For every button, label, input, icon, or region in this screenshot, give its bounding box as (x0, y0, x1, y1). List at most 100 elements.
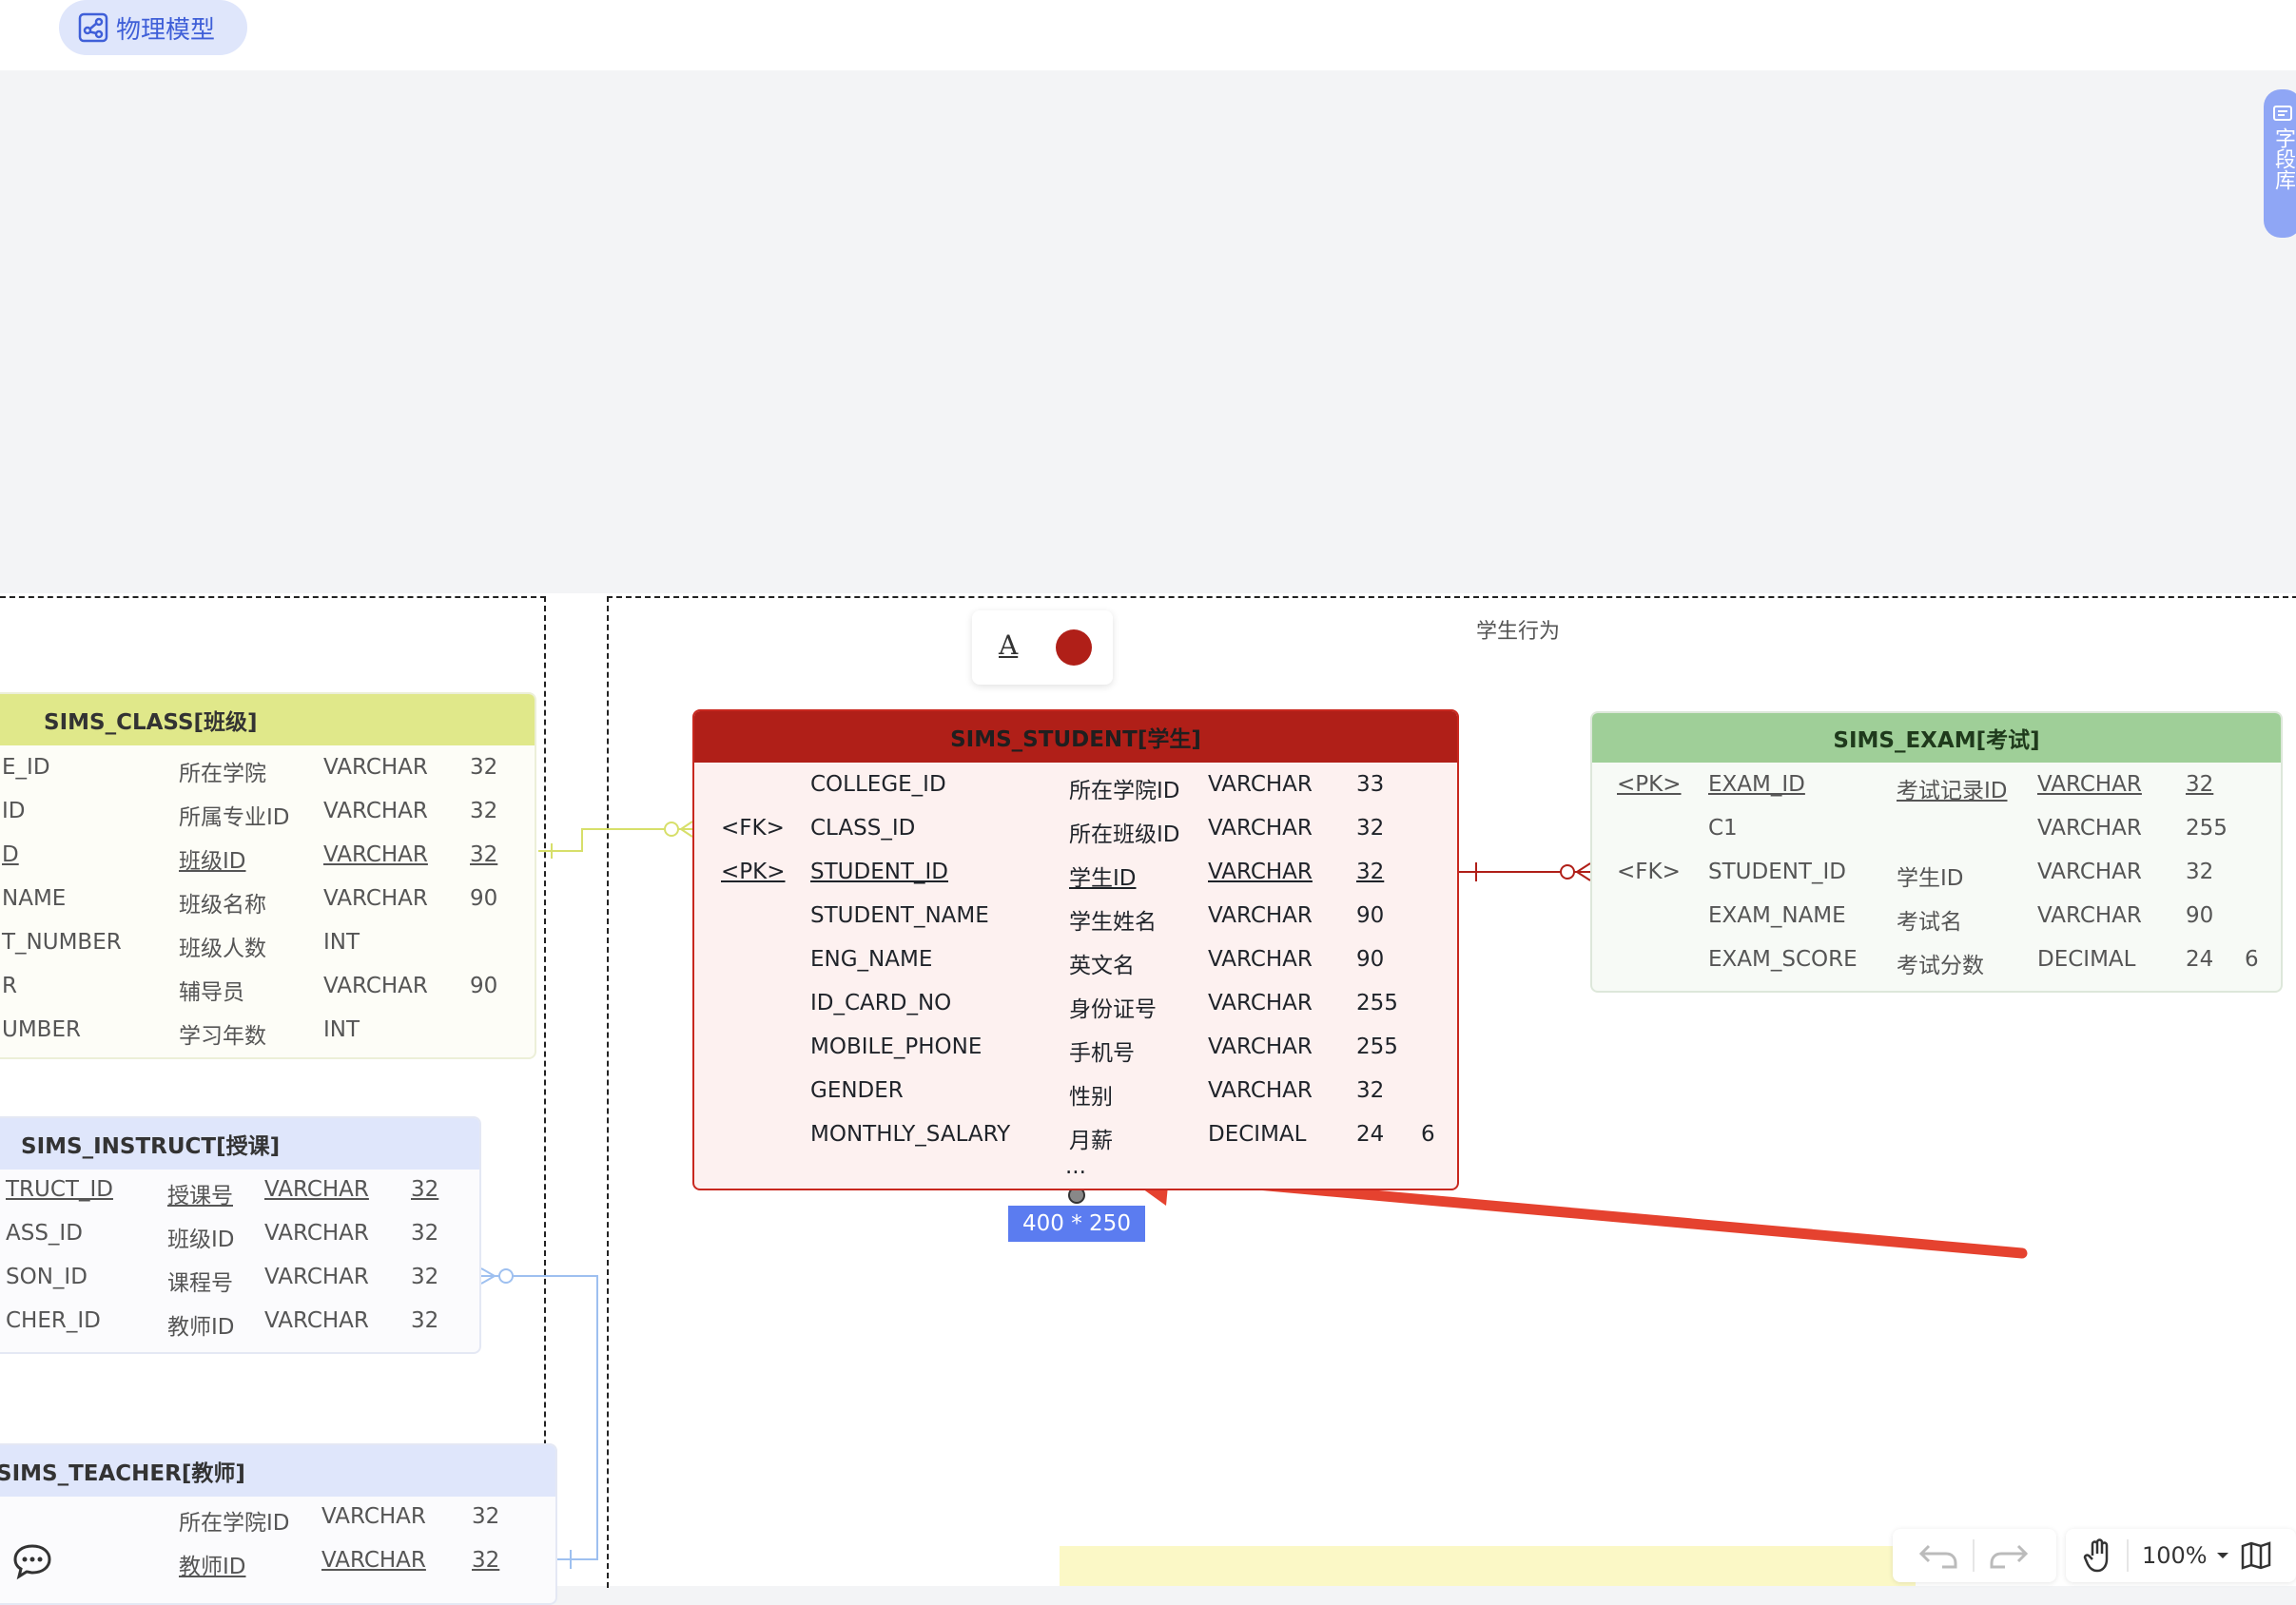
undo-icon[interactable] (1917, 1538, 1959, 1573)
table-row[interactable]: NAME 班级名称 VARCHAR 90 (0, 886, 535, 924)
field-length: 255 (1356, 1035, 1398, 1059)
field-name: SON_ID (6, 1265, 88, 1289)
library-icon (2273, 106, 2292, 121)
table-row[interactable]: ENG_NAME 英文名 VARCHAR 90 (694, 947, 1455, 985)
table-row[interactable]: SON_ID 课程号 VARCHAR 32 (0, 1265, 479, 1303)
table-row[interactable]: MOBILE_PHONE 手机号 VARCHAR 255 (694, 1035, 1455, 1073)
table-row[interactable]: STUDENT_NAME 学生姓名 VARCHAR 90 (694, 903, 1455, 941)
table-row[interactable]: UMBER 学习年数 INT (0, 1017, 535, 1055)
table-row[interactable]: ID_CARD_NO 身份证号 VARCHAR 255 (694, 991, 1455, 1029)
table-row[interactable]: EXAM_SCORE 考试分数 DECIMAL 24 6 (1592, 947, 2281, 985)
field-type: VARCHAR (323, 886, 428, 911)
table-row[interactable]: CHER_ID 教师ID VARCHAR 32 (0, 1308, 479, 1346)
table-row[interactable]: 教师ID VARCHAR 32 (0, 1548, 555, 1586)
field-name: CHER_ID (6, 1308, 101, 1333)
table-sims-class[interactable]: SIMS_CLASS[班级] E_ID 所在学院 VARCHAR 32 ID 所… (0, 692, 536, 1059)
physical-model-tab[interactable]: 物理模型 (59, 0, 247, 55)
table-row[interactable]: TRUCT_ID 授课号 VARCHAR 32 (0, 1177, 479, 1215)
field-label: 课程号 (167, 1271, 233, 1296)
field-type: VARCHAR (2037, 816, 2142, 841)
field-label: 学生ID (1069, 866, 1137, 891)
table-sims-instruct[interactable]: SIMS_INSTRUCT[授课] TRUCT_ID 授课号 VARCHAR 3… (0, 1116, 481, 1354)
field-label: 身份证号 (1069, 997, 1157, 1022)
field-length: 32 (470, 842, 498, 867)
table-sims-exam[interactable]: SIMS_EXAM[考试] <PK> EXAM_ID 考试记录ID VARCHA… (1590, 711, 2283, 993)
table-row[interactable]: EXAM_NAME 考试名 VARCHAR 90 (1592, 903, 2281, 941)
table-row[interactable]: <PK> EXAM_ID 考试记录ID VARCHAR 32 (1592, 772, 2281, 810)
field-type: VARCHAR (323, 799, 428, 823)
field-length: 90 (1356, 947, 1385, 972)
field-type: VARCHAR (264, 1221, 369, 1246)
field-type: DECIMAL (2037, 947, 2136, 972)
table-row[interactable]: <PK> STUDENT_ID 学生ID VARCHAR 32 (694, 860, 1455, 898)
table-row[interactable]: E_ID 所在学院 VARCHAR 32 (0, 755, 535, 793)
table-header: SIMS_STUDENT[学生] (694, 711, 1457, 763)
table-sims-student[interactable]: SIMS_STUDENT[学生] COLLEGE_ID 所在学院ID VARCH… (692, 709, 1459, 1190)
field-length: 32 (470, 755, 498, 780)
field-name: ID_CARD_NO (810, 991, 952, 1015)
table-title: SIMS_INSTRUCT[授课] (21, 1134, 281, 1159)
field-type: VARCHAR (2037, 772, 2142, 797)
field-type: VARCHAR (1208, 903, 1313, 928)
zoom-level[interactable]: 100% (2142, 1542, 2208, 1569)
comment-icon[interactable] (11, 1542, 53, 1580)
field-length: 32 (411, 1308, 439, 1333)
field-name: C1 (1708, 816, 1738, 841)
table-header: SIMS_EXAM[考试] (1592, 713, 2281, 763)
field-name: D (2, 842, 19, 867)
table-row[interactable]: ID 所属专业ID VARCHAR 32 (0, 799, 535, 837)
table-row[interactable]: ASS_ID 班级ID VARCHAR 32 (0, 1221, 479, 1259)
table-row[interactable]: D 班级ID VARCHAR 32 (0, 842, 535, 880)
field-name: COLLEGE_ID (810, 772, 946, 797)
view-toolbar: 100% (2066, 1529, 2296, 1582)
table-sims-teacher[interactable]: SIMS_TEACHER[教师] 所在学院ID VARCHAR 32 教师ID … (0, 1443, 557, 1605)
table-row[interactable]: T_NUMBER 班级人数 INT (0, 930, 535, 968)
table-row[interactable]: R 辅导员 VARCHAR 90 (0, 974, 535, 1012)
fill-color-button[interactable] (1056, 629, 1092, 666)
field-label: 班级名称 (179, 893, 266, 918)
field-length: 90 (470, 974, 498, 998)
field-type: VARCHAR (1208, 991, 1313, 1015)
field-length: 32 (470, 799, 498, 823)
field-type: VARCHAR (264, 1265, 369, 1289)
table-row[interactable]: GENDER 性别 VARCHAR 32 (694, 1078, 1455, 1116)
field-label: 考试记录ID (1897, 779, 2008, 803)
hand-tool-icon[interactable] (2083, 1538, 2113, 1573)
field-length: 32 (411, 1221, 439, 1246)
field-name: NAME (2, 886, 67, 911)
chevron-down-icon[interactable] (2215, 1550, 2230, 1561)
field-label: 学习年数 (179, 1024, 266, 1049)
field-library-label: 字段库 (2271, 127, 2295, 190)
table-row[interactable]: 所在学院ID VARCHAR 32 (0, 1504, 555, 1542)
field-type: INT (323, 930, 360, 955)
field-name: STUDENT_NAME (810, 903, 989, 928)
field-scale: 6 (2245, 947, 2259, 972)
field-type: VARCHAR (264, 1177, 369, 1202)
note-strip[interactable] (1060, 1546, 1916, 1586)
table-row[interactable]: COLLEGE_ID 所在学院ID VARCHAR 33 (694, 772, 1455, 810)
field-length: 32 (1356, 816, 1385, 841)
field-label: 考试分数 (1897, 954, 1984, 978)
field-name: EXAM_SCORE (1708, 947, 1858, 972)
field-length: 33 (1356, 772, 1385, 797)
field-length: 32 (472, 1504, 500, 1529)
table-row[interactable]: C1 VARCHAR 255 (1592, 816, 2281, 854)
field-library-tab[interactable]: 字段库 (2264, 89, 2296, 238)
field-name: ENG_NAME (810, 947, 933, 972)
text-style-button[interactable]: A (999, 629, 1018, 661)
field-label: 所在学院 (179, 762, 266, 786)
map-icon[interactable] (2240, 1540, 2272, 1571)
field-length: 90 (2186, 903, 2214, 928)
field-key: <PK> (1617, 772, 1682, 797)
field-label: 班级人数 (179, 937, 266, 961)
redo-icon[interactable] (1988, 1538, 2030, 1573)
field-type: VARCHAR (323, 842, 428, 867)
table-title: SIMS_TEACHER[教师] (0, 1461, 245, 1486)
field-length: 24 (1356, 1122, 1385, 1147)
table-row[interactable]: <FK> CLASS_ID 所在班级ID VARCHAR 32 (694, 816, 1455, 854)
field-name: R (2, 974, 17, 998)
field-length: 32 (411, 1177, 439, 1202)
table-row[interactable]: <FK> STUDENT_ID 学生ID VARCHAR 32 (1592, 860, 2281, 898)
field-name: ASS_ID (6, 1221, 83, 1246)
field-label: 授课号 (167, 1184, 233, 1209)
